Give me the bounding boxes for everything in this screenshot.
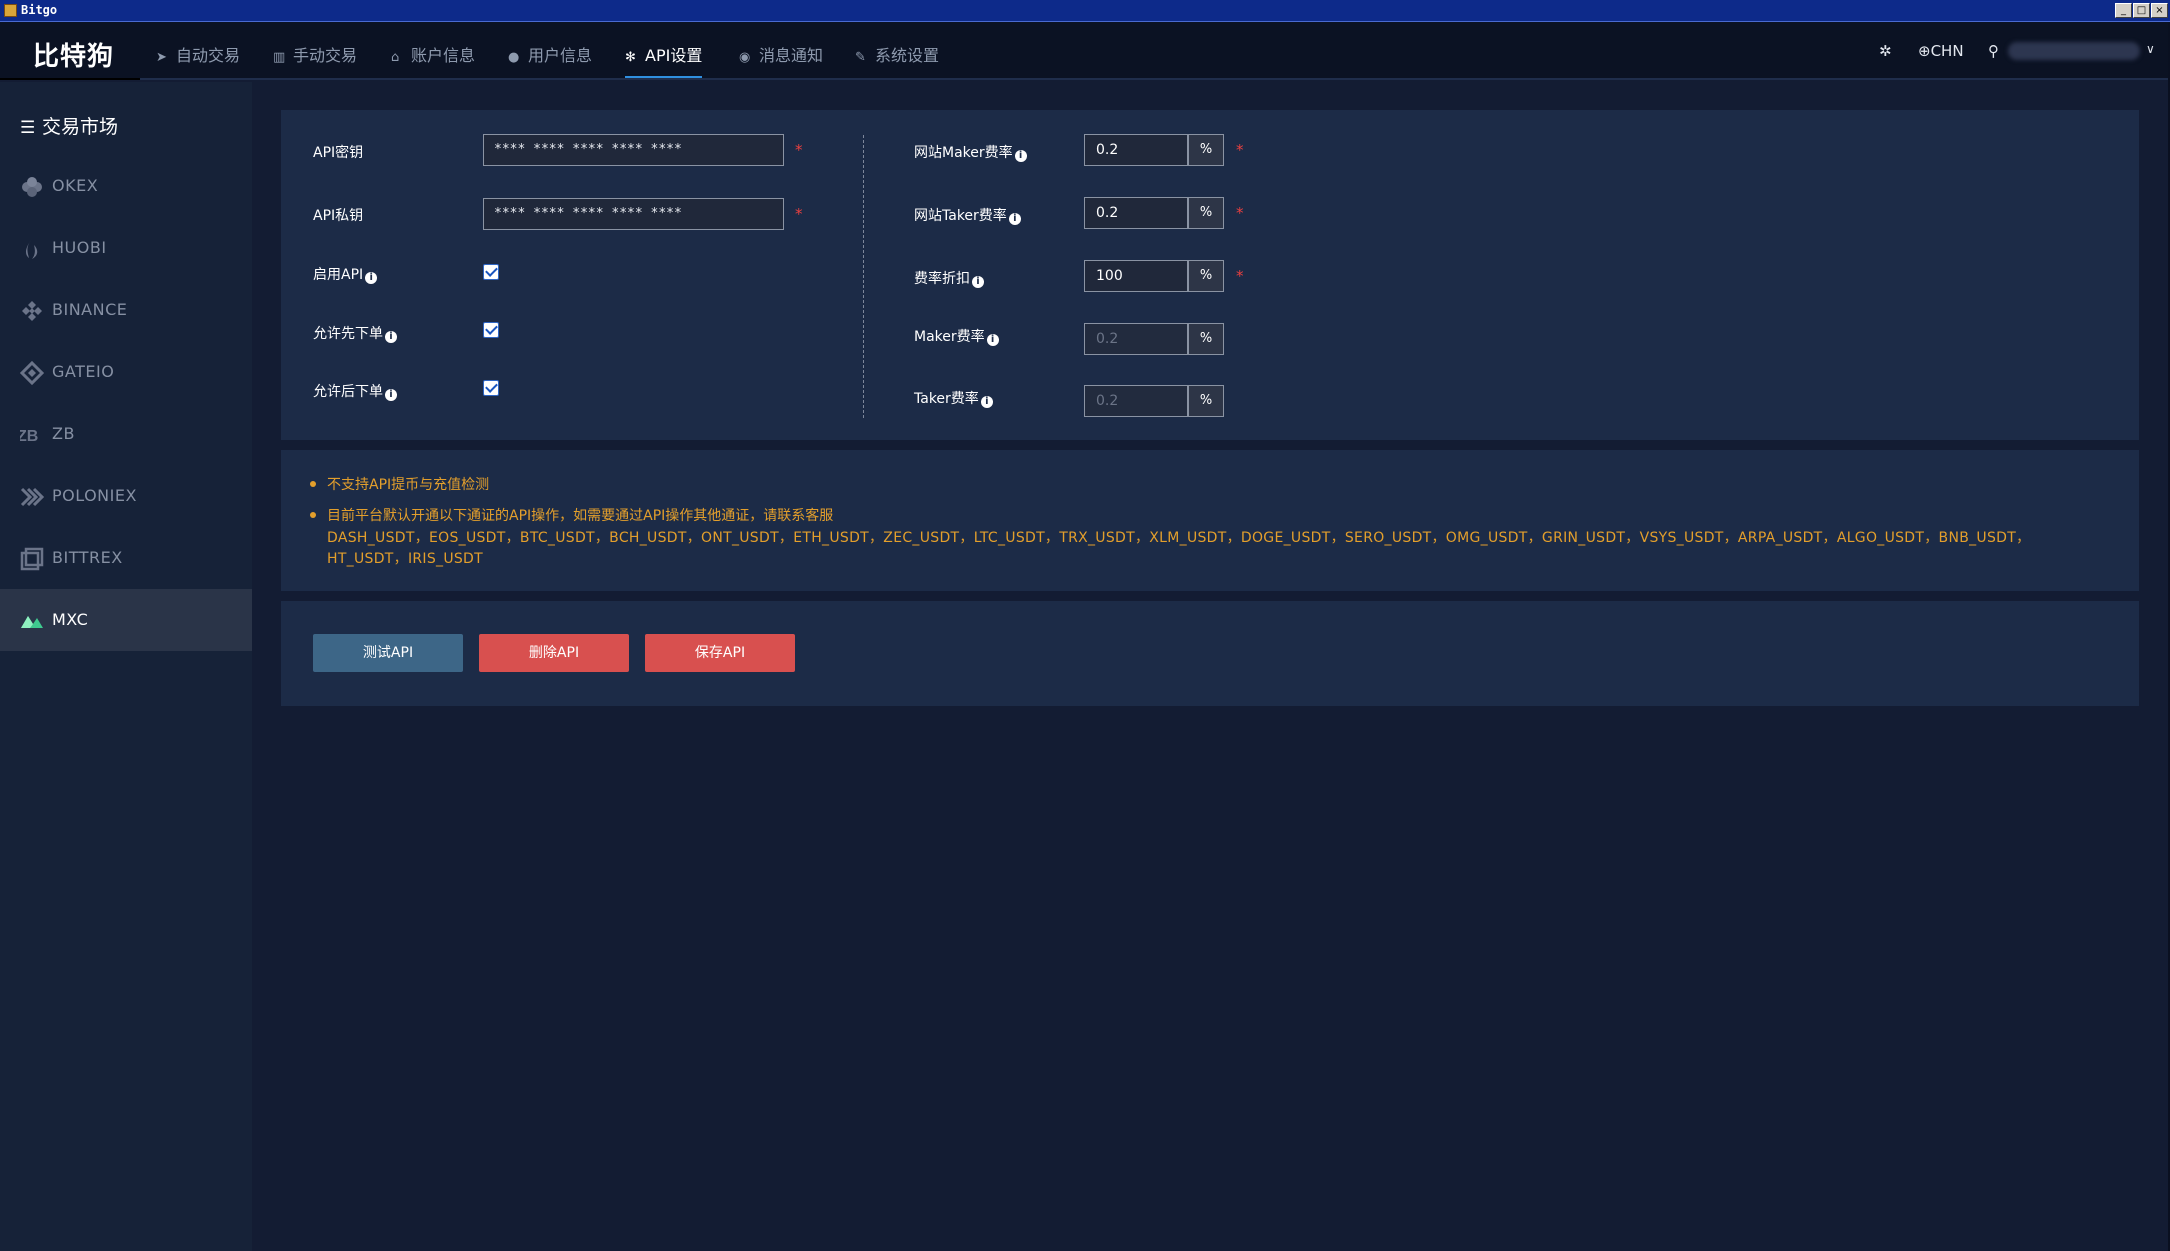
info-icon: i xyxy=(972,276,984,288)
sidebar-item-mxc[interactable]: MXC xyxy=(0,589,252,651)
allow-pre-order-label: 允许先下单 i xyxy=(313,323,397,343)
maker-fee-label: Maker费率 i xyxy=(914,326,999,346)
percent-addon: % xyxy=(1188,260,1224,292)
info-icon: i xyxy=(385,331,397,343)
enable-api-label: 启用API i xyxy=(313,264,378,284)
sidebar-item-poloniex[interactable]: POLONIEX xyxy=(0,465,252,527)
info-icon: i xyxy=(980,396,993,408)
menu-user-info[interactable]: ● 用户信息 xyxy=(508,42,592,78)
comment-icon: ◉ xyxy=(739,50,751,65)
percent-addon: % xyxy=(1188,134,1224,166)
mxc-icon xyxy=(21,616,43,628)
logo: 比特狗 xyxy=(33,42,115,72)
bullet xyxy=(310,481,316,487)
nav-divider xyxy=(140,78,2170,80)
required-mark: * xyxy=(1236,141,1244,159)
delete-api-button[interactable]: 删除API xyxy=(479,634,629,672)
required-mark: * xyxy=(1236,204,1244,222)
close-icon[interactable]: × xyxy=(2151,3,2168,18)
site-taker-fee-input[interactable]: 0.2 xyxy=(1084,197,1188,229)
user-name-blurred[interactable] xyxy=(2008,42,2140,60)
percent-addon: % xyxy=(1188,197,1224,229)
user-icon: ● xyxy=(508,50,520,65)
allow-post-order-checkbox[interactable] xyxy=(483,380,499,396)
maximize-icon[interactable]: □ xyxy=(2133,3,2150,18)
info-icon: i xyxy=(1008,213,1021,225)
sidebar-item-gateio[interactable]: GATEIO xyxy=(0,341,252,403)
menu-api-settings[interactable]: ✻ API设置 xyxy=(625,42,703,78)
fee-discount-label: 费率折扣 i xyxy=(914,268,984,288)
api-key-input[interactable]: **** **** **** **** **** xyxy=(483,134,784,166)
notice-default-tokens: 目前平台默认开通以下通证的API操作，如需要通过API操作其他通证，请联系客服 xyxy=(327,508,834,524)
taker-fee-label: Taker费率 i xyxy=(914,388,993,408)
required-mark: * xyxy=(1236,267,1244,285)
required-mark: * xyxy=(795,141,803,159)
allow-pre-order-checkbox[interactable] xyxy=(483,322,499,338)
okex-icon xyxy=(22,177,42,197)
top-nav: 比特狗 ➤ 自动交易 ▥ 手动交易 ⌂ 账户信息 ● 用户信息 ✻ API设置 ◉ 消息通知… xyxy=(0,22,2170,80)
save-api-button[interactable]: 保存API xyxy=(645,634,795,672)
menu-notifications[interactable]: ◉ 消息通知 xyxy=(739,42,823,78)
sidebar-item-okex[interactable]: OKEX xyxy=(0,155,252,217)
cogs-icon: ✻ xyxy=(625,50,636,65)
bittrex-icon xyxy=(20,547,44,571)
api-secret-input[interactable]: **** **** **** **** **** xyxy=(483,198,784,230)
info-icon: i xyxy=(385,389,397,401)
taker-fee-input[interactable]: 0.2 xyxy=(1084,385,1188,417)
fee-discount-input[interactable]: 100 xyxy=(1084,260,1188,292)
window-title: Bitgo xyxy=(21,3,58,17)
binance-icon xyxy=(22,301,42,321)
percent-addon: % xyxy=(1188,323,1224,355)
user-icon[interactable]: ⚲ xyxy=(1988,42,1999,60)
sidebar-title: ☰ 交易市场 xyxy=(20,116,119,138)
svg-text:ZB: ZB xyxy=(20,428,38,445)
sidebar: ☰ 交易市场 OKEX HUOBI BINANCE GATEIO ZB ZB PO… xyxy=(0,82,252,1251)
huobi-icon xyxy=(25,239,38,259)
site-maker-fee-label: 网站Maker费率 i xyxy=(914,142,1027,162)
maker-fee-input[interactable]: 0.2 xyxy=(1084,323,1188,355)
menu-system-settings[interactable]: ✎ 系统设置 xyxy=(855,42,939,78)
app-icon xyxy=(4,4,17,17)
globe-icon: ⊕ xyxy=(1918,42,1931,60)
bullet xyxy=(310,512,316,518)
menu-icon: ☰ xyxy=(20,118,36,138)
gateio-icon xyxy=(20,361,44,385)
site-maker-fee-input[interactable]: 0.2 xyxy=(1084,134,1188,166)
required-mark: * xyxy=(795,205,803,223)
chevron-down-icon[interactable]: ∨ xyxy=(2146,42,2155,56)
gear-icon[interactable]: ✲ xyxy=(1879,42,1892,60)
allow-post-order-label: 允许后下单 i xyxy=(313,381,397,401)
send-icon: ➤ xyxy=(156,50,167,65)
zb-icon: ZB xyxy=(20,428,38,445)
bank-icon: ⌂ xyxy=(391,50,400,65)
language-selector[interactable]: ⊕CHN xyxy=(1918,42,1964,60)
menu-auto-trade[interactable]: ➤ 自动交易 xyxy=(156,42,240,78)
sidebar-item-binance[interactable]: BINANCE xyxy=(0,279,252,341)
chart-icon: ▥ xyxy=(273,50,286,65)
api-key-label: API密钥 xyxy=(313,145,364,161)
sidebar-item-huobi[interactable]: HUOBI xyxy=(0,217,252,279)
api-secret-label: API私钥 xyxy=(313,208,364,224)
percent-addon: % xyxy=(1188,385,1224,417)
notice-no-withdraw: 不支持API提币与充值检测 xyxy=(327,477,490,493)
menu-account-info[interactable]: ⌂ 账户信息 xyxy=(391,42,475,78)
sidebar-item-bittrex[interactable]: BITTREX xyxy=(0,527,252,589)
token-pairs-list: DASH_USDT，EOS_USDT，BTC_USDT，BCH_USDT，ONT… xyxy=(327,530,2031,567)
info-icon: i xyxy=(986,334,999,346)
test-api-button[interactable]: 测试API xyxy=(313,634,463,672)
enable-api-checkbox[interactable] xyxy=(483,264,499,280)
minimize-icon[interactable]: _ xyxy=(2115,3,2132,18)
info-icon: i xyxy=(1014,150,1027,162)
sidebar-item-zb[interactable]: ZB ZB xyxy=(0,403,252,465)
menu-manual-trade[interactable]: ▥ 手动交易 xyxy=(273,42,357,78)
poloniex-icon xyxy=(20,487,44,507)
wrench-icon: ✎ xyxy=(855,50,866,65)
site-taker-fee-label: 网站Taker费率 i xyxy=(914,205,1021,225)
info-icon: i xyxy=(365,272,378,284)
form-divider xyxy=(863,135,864,418)
window-title-bar: Bitgo _ □ × xyxy=(0,0,2170,22)
